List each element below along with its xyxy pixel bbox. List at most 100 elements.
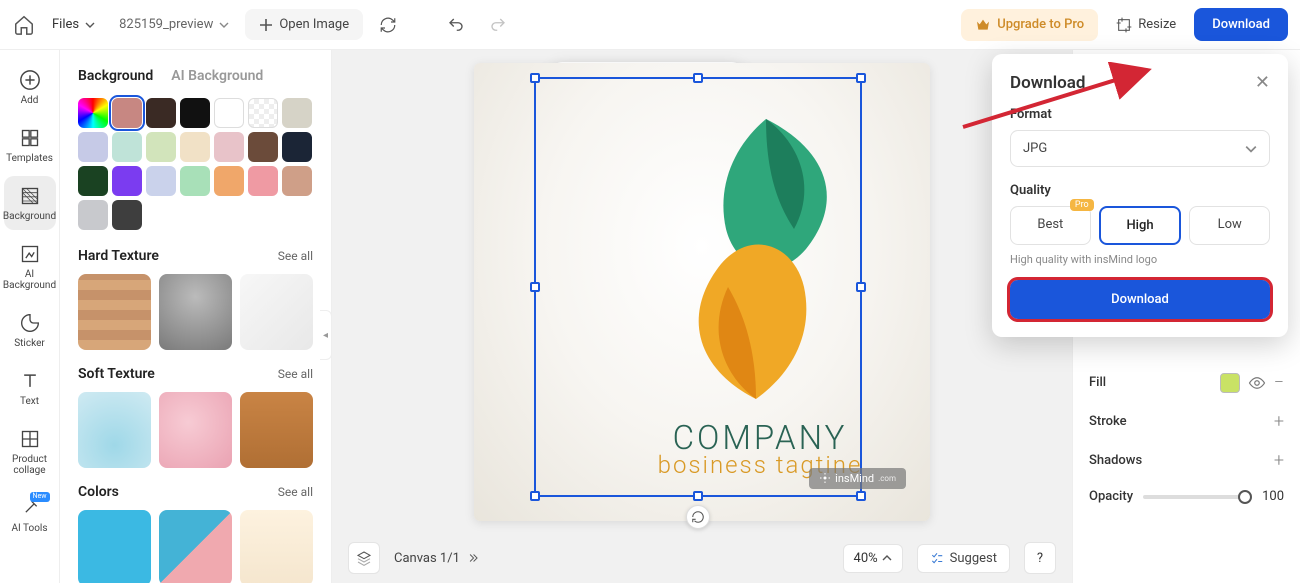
visibility-icon[interactable] (1248, 374, 1266, 392)
sync-icon[interactable] (371, 8, 405, 42)
resize-handle-bm[interactable] (693, 491, 703, 501)
quality-low[interactable]: Low (1189, 206, 1270, 245)
undo-button[interactable] (439, 8, 473, 42)
color-swatch[interactable] (282, 132, 312, 162)
color-swatch[interactable] (112, 200, 142, 230)
suggest-label: Suggest (950, 551, 997, 566)
tab-background[interactable]: Background (78, 68, 153, 84)
nav-product-collage[interactable]: Product collage (4, 419, 56, 484)
resize-handle-bl[interactable] (530, 491, 540, 501)
color-swatch[interactable] (248, 98, 278, 128)
color-swatch[interactable] (146, 166, 176, 196)
color-swatch[interactable] (146, 132, 176, 162)
color-swatch[interactable] (78, 98, 108, 128)
download-button[interactable]: Download (1194, 8, 1288, 41)
plus-icon (259, 18, 273, 32)
bottom-bar: Canvas 1/1 40% Suggest ? (332, 533, 1072, 583)
texture-leather[interactable] (240, 392, 313, 468)
nav-ai-tools[interactable]: New AI Tools (4, 488, 56, 542)
color-swatch[interactable] (214, 166, 244, 196)
slider-knob[interactable] (1238, 490, 1252, 504)
color-swatch[interactable] (146, 98, 176, 128)
nav-background[interactable]: Background (4, 176, 56, 230)
background-icon (18, 184, 42, 208)
quality-high[interactable]: High (1099, 206, 1182, 245)
color-swatch[interactable] (112, 166, 142, 196)
color-swatch[interactable] (214, 98, 244, 128)
opacity-slider[interactable] (1143, 495, 1246, 499)
resize-handle-tr[interactable] (856, 73, 866, 83)
add-stroke-button[interactable]: + (1274, 411, 1284, 432)
resize-handle-mr[interactable] (856, 282, 866, 292)
download-confirm-button[interactable]: Download (1010, 280, 1270, 319)
texture-marble[interactable] (240, 274, 313, 350)
color-swatch[interactable] (282, 98, 312, 128)
resize-handle-tl[interactable] (530, 73, 540, 83)
nav-text[interactable]: Text (4, 361, 56, 415)
texture-pink-silk[interactable] (159, 392, 232, 468)
zoom-control[interactable]: 40% (843, 544, 903, 573)
tab-ai-background[interactable]: AI Background (171, 68, 263, 84)
color-swatch[interactable] (112, 98, 142, 128)
color-swatch[interactable] (180, 98, 210, 128)
resize-handle-tm[interactable] (693, 73, 703, 83)
texture-wood[interactable] (78, 274, 151, 350)
redo-button[interactable] (481, 8, 515, 42)
fill-color-chip[interactable] (1220, 373, 1240, 393)
close-popup-button[interactable]: ✕ (1255, 72, 1270, 93)
resize-label: Resize (1138, 17, 1176, 32)
format-select[interactable]: JPG (1010, 130, 1270, 167)
remove-fill-icon[interactable]: − (1274, 372, 1284, 393)
quality-best[interactable]: Best Pro (1010, 206, 1091, 245)
nav-ai-background-label: AI Background (3, 269, 56, 291)
hard-texture-seeall[interactable]: See all (278, 249, 313, 263)
opacity-value: 100 (1256, 489, 1284, 504)
color-swatch[interactable] (78, 200, 108, 230)
color-swatch[interactable] (248, 132, 278, 162)
colors-seeall[interactable]: See all (278, 485, 313, 499)
resize-handle-ml[interactable] (530, 282, 540, 292)
suggest-button[interactable]: Suggest (917, 544, 1010, 573)
soft-texture-seeall[interactable]: See all (278, 367, 313, 381)
texture-concrete[interactable] (159, 274, 232, 350)
resize-handle-br[interactable] (856, 491, 866, 501)
quality-label: Quality (1010, 183, 1270, 198)
color-swatch[interactable] (180, 166, 210, 196)
open-image-button[interactable]: Open Image (245, 9, 363, 40)
filename-dropdown[interactable]: 825159_preview (111, 11, 237, 38)
color-swatch[interactable] (112, 132, 142, 162)
add-shadow-button[interactable]: + (1274, 450, 1284, 471)
color-swatch[interactable] (78, 166, 108, 196)
texture-water[interactable] (78, 392, 151, 468)
collage-icon (18, 427, 42, 451)
files-label: Files (52, 17, 79, 32)
selection-box[interactable]: COMPANY bosiness tagtine (534, 77, 862, 497)
canvas-indicator[interactable]: Canvas 1/1 (394, 551, 480, 566)
rotate-handle[interactable] (686, 505, 710, 529)
text-icon (18, 369, 42, 393)
collapse-panel-button[interactable]: ◂ (320, 310, 332, 360)
help-button[interactable]: ? (1024, 542, 1056, 574)
color-cyan[interactable] (78, 510, 151, 583)
nav-sticker[interactable]: Sticker (4, 303, 56, 357)
quality-low-label: Low (1218, 217, 1242, 232)
color-cream[interactable] (240, 510, 313, 583)
home-icon[interactable] (12, 13, 36, 37)
layers-button[interactable] (348, 542, 380, 574)
upgrade-button[interactable]: Upgrade to Pro (961, 9, 1098, 41)
color-diagonal[interactable] (159, 510, 232, 583)
color-swatch[interactable] (78, 132, 108, 162)
color-swatch[interactable] (180, 132, 210, 162)
fill-label: Fill (1089, 375, 1106, 390)
color-swatch[interactable] (214, 132, 244, 162)
checklist-icon (930, 551, 944, 565)
filename-text: 825159_preview (119, 17, 213, 32)
nav-ai-background[interactable]: AI Background (4, 234, 56, 299)
color-swatch[interactable] (248, 166, 278, 196)
nav-add[interactable]: Add (4, 60, 56, 114)
nav-templates[interactable]: Templates (4, 118, 56, 172)
files-menu[interactable]: Files (44, 11, 103, 38)
color-swatch[interactable] (282, 166, 312, 196)
artboard[interactable]: COMPANY bosiness tagtine ins (474, 63, 930, 521)
resize-button[interactable]: Resize (1106, 11, 1186, 39)
